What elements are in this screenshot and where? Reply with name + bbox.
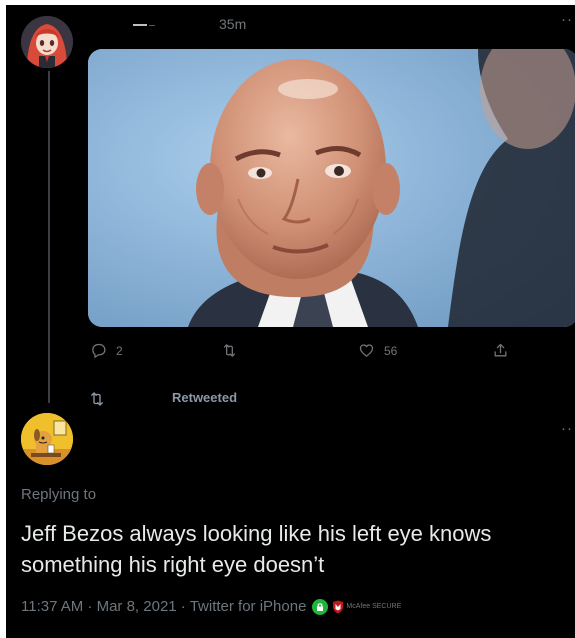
author-name-redacted — [133, 24, 147, 27]
reply-button[interactable]: 2 — [90, 342, 123, 359]
retweet-button[interactable] — [221, 342, 238, 359]
mcafee-secure-badge: McAfee SECURE — [332, 600, 401, 614]
mcafee-shield-icon — [333, 600, 344, 613]
tweet-media-photo[interactable] — [88, 49, 575, 327]
mcafee-secure-label: McAfee SECURE — [346, 603, 402, 610]
reply-icon — [92, 343, 106, 358]
tweet-header[interactable]: 35m — [133, 16, 246, 32]
retweet-icon — [223, 344, 236, 357]
retweeted-indicator: Retweeted — [6, 389, 575, 409]
like-icon — [359, 344, 374, 357]
timestamp[interactable]: 35m — [219, 16, 246, 32]
reply-author-avatar[interactable] — [21, 413, 73, 465]
lock-icon — [312, 598, 329, 615]
tweet-meta: 11:37 AM · Mar 8, 2021 · Twitter for iPh… — [21, 598, 401, 615]
retweeted-label: Retweeted — [172, 390, 238, 405]
reply-count: 2 — [116, 343, 123, 358]
retweet-icon — [91, 392, 103, 406]
like-button[interactable]: 56 — [358, 342, 397, 359]
share-icon — [494, 343, 507, 357]
tweet-timestamp-source[interactable]: 11:37 AM · Mar 8, 2021 · Twitter for iPh… — [21, 598, 306, 615]
more-options-icon[interactable]: ·· — [561, 11, 573, 28]
anime-avatar-illustration — [21, 16, 73, 68]
author-handle-redacted — [149, 24, 155, 26]
reply-tweet-text: Jeff Bezos always looking like his left … — [21, 521, 492, 577]
share-button[interactable] — [492, 342, 509, 359]
author-avatar[interactable] — [21, 16, 73, 68]
replying-to-label: Replying to — [21, 486, 97, 503]
more-options-icon[interactable]: ·· — [561, 420, 573, 437]
tweet-thread: 35m ·· 2 56 Retweeted ·· Replying to Jef… — [6, 5, 575, 638]
like-count: 56 — [384, 343, 398, 358]
portrait-photo — [88, 49, 575, 327]
tweet-action-bar: 2 56 — [6, 342, 575, 364]
dog-avatar-illustration — [21, 413, 73, 465]
